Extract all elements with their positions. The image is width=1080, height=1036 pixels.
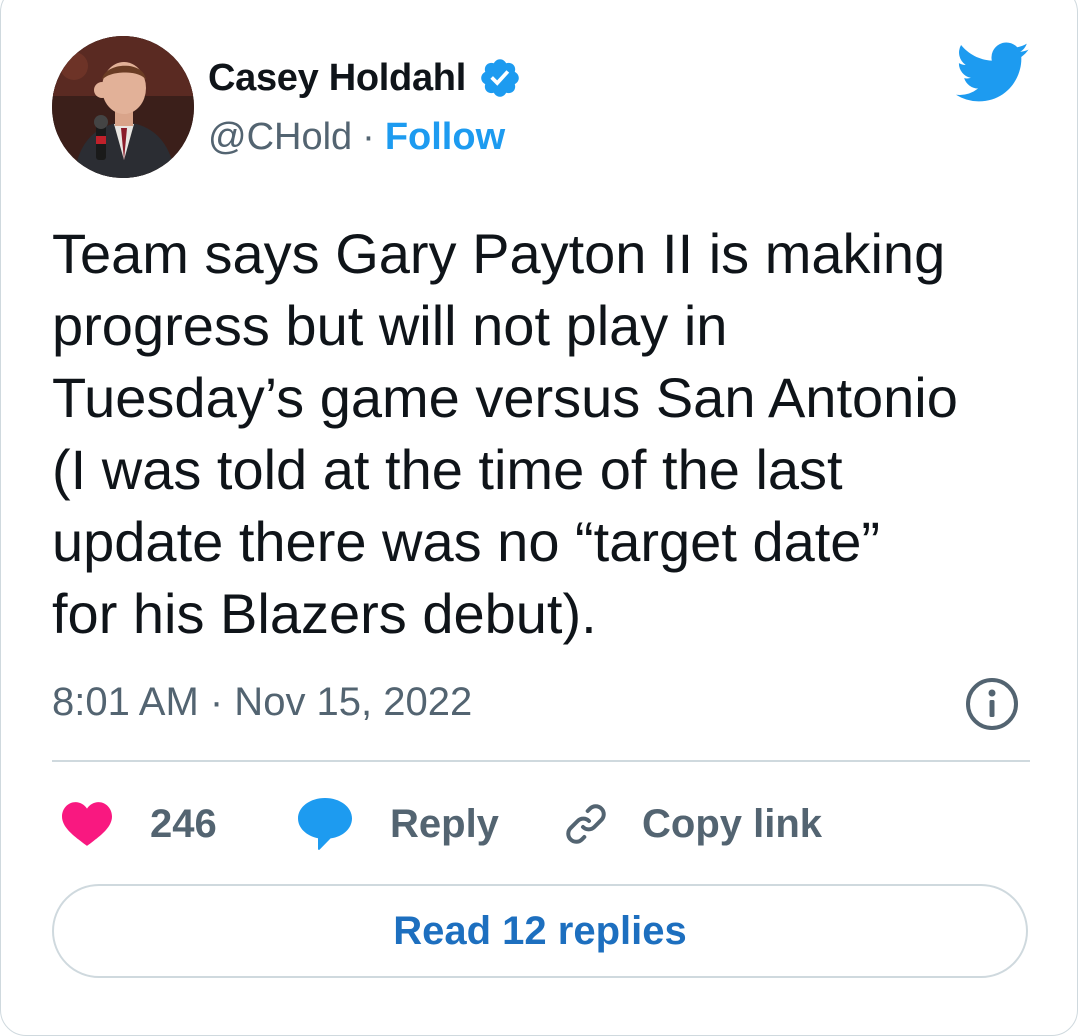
read-replies-label: Read 12 replies	[393, 908, 687, 953]
divider	[52, 760, 1030, 762]
author-name-row: Casey Holdahl	[208, 54, 522, 102]
author-name[interactable]: Casey Holdahl	[208, 57, 466, 100]
read-replies-button[interactable]: Read 12 replies	[52, 884, 1028, 978]
speech-bubble-icon	[298, 798, 352, 850]
action-bar: 246 Reply Copy link	[52, 794, 1030, 854]
twitter-bird-icon[interactable]	[956, 42, 1030, 104]
link-icon	[566, 804, 606, 844]
reply-label: Reply	[390, 801, 499, 846]
verified-badge-icon	[481, 59, 519, 97]
heart-icon	[62, 802, 112, 846]
author-handle[interactable]: @CHold	[208, 116, 352, 159]
separator-dot: ·	[362, 115, 375, 158]
copy-link-button[interactable]: Copy link	[562, 794, 822, 854]
follow-button[interactable]: Follow	[385, 116, 505, 159]
avatar[interactable]	[52, 36, 194, 178]
reply-button[interactable]: Reply	[298, 794, 499, 854]
tweet-text: Team says Gary Payton II is making progr…	[52, 222, 958, 645]
tweet-timestamp[interactable]: 8:01 AM · Nov 15, 2022	[52, 676, 472, 728]
author-handle-row: @CHold · Follow	[208, 112, 505, 162]
like-button[interactable]: 246	[62, 794, 217, 854]
info-icon[interactable]	[964, 676, 1020, 732]
copy-link-label: Copy link	[642, 801, 823, 846]
like-count: 246	[150, 801, 217, 846]
